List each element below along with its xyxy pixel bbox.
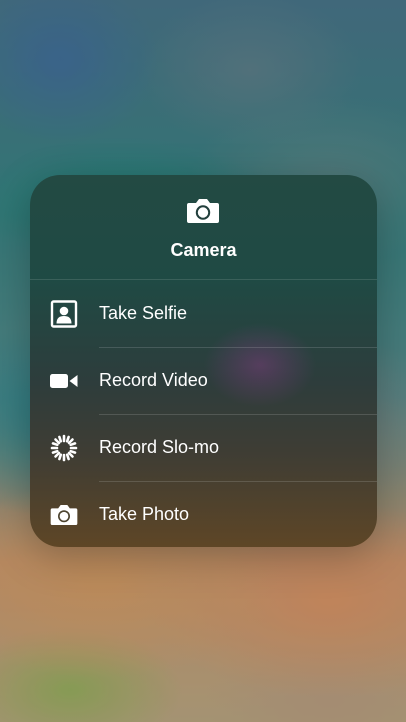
quick-actions-title: Camera: [170, 240, 237, 260]
take-photo-label: Take Photo: [99, 504, 190, 524]
record-video-action[interactable]: Record Video: [30, 347, 377, 414]
take-photo-action[interactable]: Take Photo: [30, 481, 377, 547]
record-video-label: Record Video: [99, 370, 208, 390]
take-selfie-label: Take Selfie: [99, 303, 188, 323]
record-slo-mo-action[interactable]: Record Slo-mo: [30, 414, 377, 481]
video-camera-icon: [48, 367, 80, 395]
camera-icon: [48, 501, 80, 529]
selfie-icon: [48, 299, 80, 328]
camera-quick-actions-menu: Camera Take Selfie Record Video Record S…: [30, 175, 377, 547]
camera-icon: [187, 199, 219, 223]
slo-mo-icon: [48, 434, 80, 462]
record-slo-mo-label: Record Slo-mo: [99, 437, 220, 457]
quick-actions-header: Camera: [30, 175, 377, 280]
take-selfie-action[interactable]: Take Selfie: [30, 280, 377, 347]
